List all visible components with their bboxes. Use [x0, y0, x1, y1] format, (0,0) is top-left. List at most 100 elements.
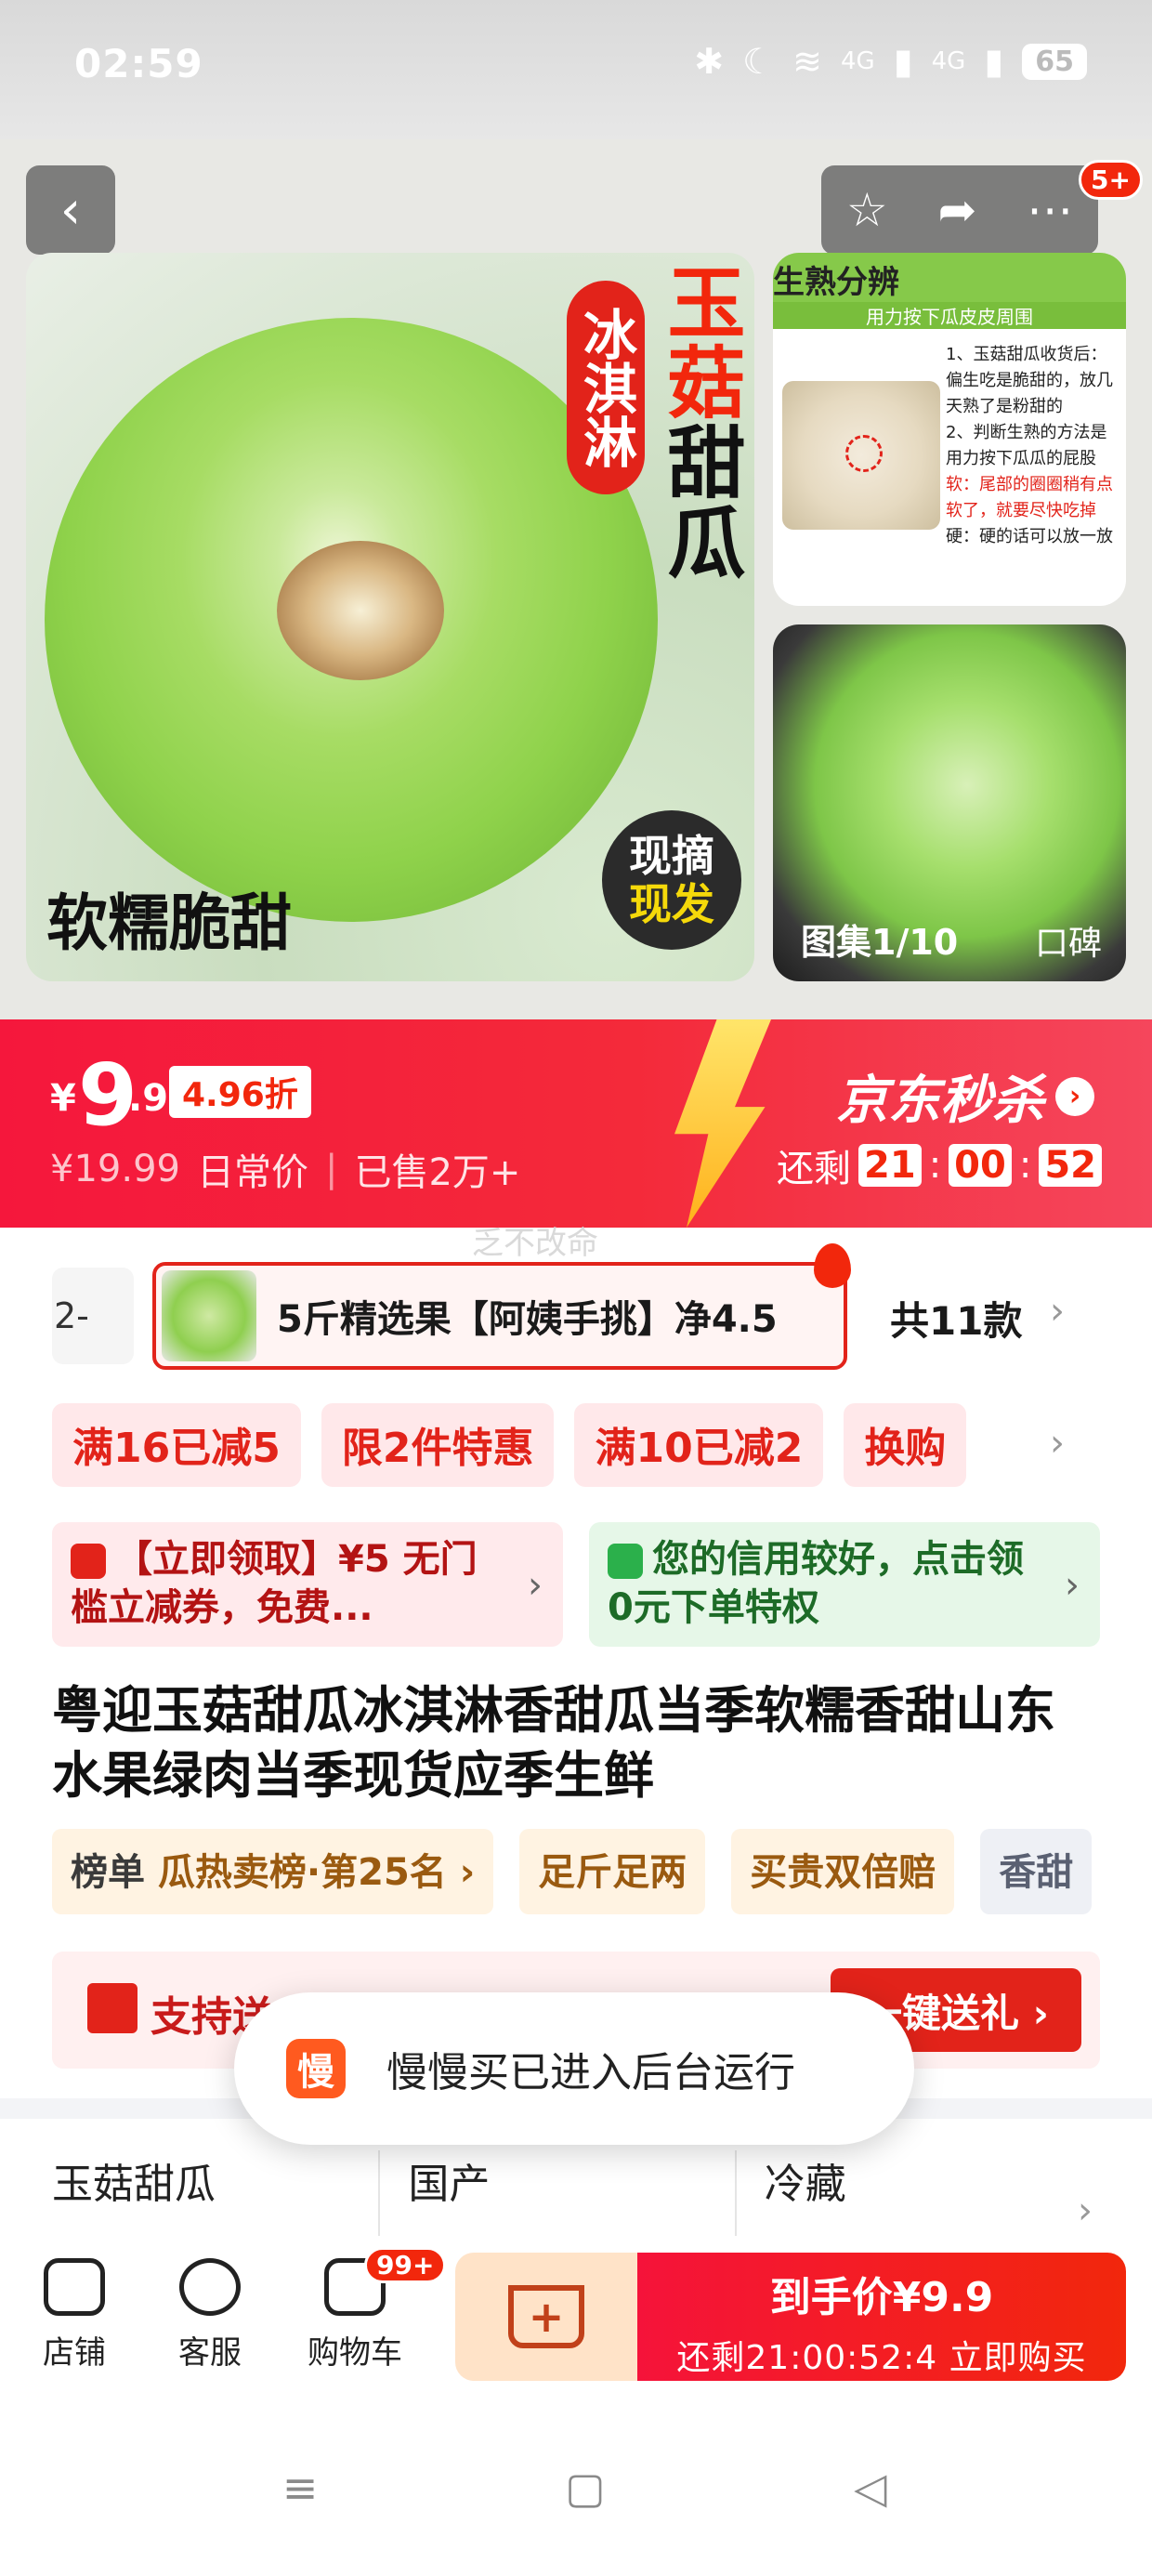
signal-4g-label-2: 4G [931, 47, 966, 75]
chevron-right-icon[interactable]: › [1050, 1290, 1065, 1333]
product-title: 粤迎玉菇甜瓜冰淇淋香甜瓜当季软糯香甜山东水果绿肉当季现货应季生鲜 [52, 1681, 1055, 1805]
service-button[interactable]: 客服 [154, 2258, 266, 2372]
cart-badge: 99+ [364, 2247, 447, 2283]
home-icon[interactable]: ▢ [562, 2464, 609, 2511]
buy-now-button[interactable]: 到手价¥9.9 还剩21:00:52:4 立即购买 [637, 2253, 1126, 2381]
reputation-tab[interactable]: 口碑 [1035, 916, 1102, 965]
separator: | [324, 1148, 338, 1190]
original-price: ¥19.99 [50, 1148, 180, 1190]
gallery-count: 图集1/10 [801, 922, 959, 963]
sku-total[interactable]: 共11款 [890, 1290, 1022, 1347]
store-button[interactable]: 店铺 [19, 2258, 130, 2372]
star-icon[interactable]: ☆ [846, 183, 888, 237]
sku-selector: 2- 5斤精选果【阿姨手挑】净4.5 共11款 › [0, 1243, 1152, 1373]
more-icon[interactable]: ⋯ [1027, 183, 1073, 237]
price-decimal: .9 [128, 1077, 169, 1120]
promo-tag[interactable]: 满10已减2 [574, 1403, 824, 1487]
status-time: 02:59 [74, 41, 203, 86]
credit-text: 您的信用较好，点击领0元下单特权 [608, 1538, 1024, 1629]
price-meta: ¥19.99 日常价 | 已售2万+ [50, 1142, 520, 1196]
gift-icon [87, 1983, 137, 2033]
product-params[interactable]: 玉菇甜瓜 品种 国产 国产/进口 冷藏 贮存条件 [52, 2150, 1120, 2243]
gallery-thumb-ripeness[interactable]: 生熟分辨 用力按下瓜皮皮周围 1、玉菇甜瓜收货后： 偏生吃是脆甜的，放几 天熟了… [773, 253, 1126, 606]
promo-tag[interactable]: 限2件特惠 [321, 1403, 555, 1487]
rank-row: 榜单 瓜热卖榜·第25名 › 足斤足两 买贵双倍赔 香甜 [52, 1829, 1152, 1914]
signal-4g-label-1: 4G [841, 47, 875, 75]
menu-icon[interactable]: ≡ [277, 2464, 323, 2511]
battery-icon: 65 [1022, 43, 1087, 80]
header-actions: ☆ ➦ ⋯ [821, 165, 1098, 255]
melon-bottom-image [782, 381, 940, 530]
seckill-countdown: 还剩 21 : 00 : 52 [777, 1138, 1102, 1192]
tag-pill[interactable]: 香甜 [980, 1829, 1093, 1914]
promo-tag[interactable]: 满16已减5 [52, 1403, 301, 1487]
param-variety: 玉菇甜瓜 品种 [52, 2150, 381, 2243]
sku-thumbnail [162, 1270, 256, 1361]
countdown-label: 还剩 [777, 1148, 852, 1190]
guarantee-pill[interactable]: 足斤足两 [519, 1829, 706, 1914]
status-icons: ✱ ☾ ≋ 4G ▮ 4G ▮ 65 [694, 41, 1087, 82]
gallery-thumb-carving[interactable]: 图集1/10 口碑 [773, 624, 1126, 981]
buy-price: 到手价¥9.9 [769, 2274, 994, 2321]
signal-icon: ▮ [984, 41, 1004, 82]
app-icon: 慢 [286, 2039, 346, 2098]
store-icon [44, 2258, 105, 2316]
credit-privilege-card[interactable]: 您的信用较好，点击领0元下单特权 › [589, 1522, 1100, 1647]
original-price-label: 日常价 [196, 1151, 308, 1194]
signal-icon: ▮ [893, 41, 913, 82]
add-to-cart-button[interactable]: + [455, 2253, 637, 2381]
coupon-icon [71, 1544, 106, 1579]
fresh-badge: 现摘 现发 [602, 810, 741, 950]
back-icon[interactable]: ◁ [847, 2464, 894, 2511]
bluetooth-icon: ✱ [694, 41, 725, 82]
cart-button[interactable]: 购物车 99+ [299, 2247, 447, 2372]
rank-pill[interactable]: 榜单 瓜热卖榜·第25名 › [52, 1829, 494, 1914]
main-product-image[interactable]: 冰淇淋 玉菇甜瓜 软糯脆甜 现摘 现发 [26, 253, 754, 981]
icecream-badge: 冰淇淋 [567, 281, 645, 494]
wifi-icon: ≋ [792, 41, 822, 82]
param-origin: 国产 国产/进口 [408, 2150, 737, 2243]
sku-option-selected[interactable]: 5斤精选果【阿姨手挑】净4.5 [152, 1243, 851, 1370]
add-cart-icon: + [508, 2285, 584, 2348]
sku-option-prev[interactable]: 2- [52, 1268, 134, 1364]
countdown-minutes: 00 [949, 1144, 1012, 1187]
chevron-right-icon: › [1055, 1076, 1094, 1116]
param-storage: 冷藏 贮存条件 [764, 2161, 891, 2243]
sku-label: 5斤精选果【阿姨手挑】净4.5 [277, 1298, 778, 1341]
toast-message: 慢慢买已进入后台运行 [386, 2049, 795, 2096]
image-caption: 软糯脆甜 [46, 887, 292, 959]
thumb-subtitle: 用力按下瓜皮皮周围 [773, 302, 1126, 329]
thumb-title: 生熟分辨 [773, 253, 1126, 302]
moon-icon: ☾ [742, 41, 775, 82]
promotion-tags[interactable]: 满16已减5 限2件特惠 满10已减2 换购 [52, 1403, 1130, 1487]
coupon-card[interactable]: 【立即领取】¥5 无门槛立减券，免费... › [52, 1522, 563, 1647]
sold-count: 已售2万+ [354, 1151, 521, 1194]
status-bar: 02:59 ✱ ☾ ≋ 4G ▮ 4G ▮ 65 [0, 0, 1152, 139]
chevron-right-icon: › [528, 1564, 543, 1607]
chevron-right-icon: › [1065, 1564, 1080, 1607]
chevron-left-icon: ‹ [59, 179, 82, 241]
share-icon[interactable]: ➦ [937, 183, 976, 237]
chevron-right-icon[interactable]: › [1050, 1422, 1065, 1465]
bag-icon [608, 1544, 643, 1579]
back-button[interactable]: ‹ [26, 165, 115, 255]
image-title: 玉菇甜瓜 [655, 262, 746, 582]
coupon-text: 【立即领取】¥5 无门槛立减券，免费... [71, 1538, 478, 1629]
smile-icon [179, 2258, 241, 2316]
melon-seeds [277, 541, 444, 680]
chevron-right-icon[interactable]: › [1078, 2189, 1093, 2232]
system-nav-bar: ≡ ▢ ◁ [0, 2390, 1152, 2576]
buy-countdown: 还剩21:00:52:4 立即购买 [676, 2339, 1087, 2377]
price-currency: ¥ [50, 1077, 76, 1120]
seckill-title: 京东秒杀 [836, 1071, 1044, 1131]
promo-tag[interactable]: 换购 [844, 1403, 967, 1487]
thumb-text: 1、玉菇甜瓜收货后： 偏生吃是脆甜的，放几 天熟了是粉甜的 2、判断生熟的方法是… [946, 345, 1113, 546]
discount-tag: 4.96折 [169, 1066, 311, 1118]
seckill-link[interactable]: 京东秒杀 › [836, 1058, 1094, 1134]
fire-icon [814, 1243, 851, 1288]
message-badge[interactable]: 5+ [1079, 160, 1143, 200]
guarantee-pill[interactable]: 买贵双倍赔 [731, 1829, 955, 1914]
lightning-icon [674, 1019, 771, 1228]
countdown-seconds: 52 [1039, 1144, 1102, 1187]
product-gallery[interactable]: ‹ ☆ ➦ ⋯ 5+ 冰淇淋 玉菇甜瓜 软糯脆甜 现摘 现发 生熟分辨 用力按下… [0, 139, 1152, 1022]
